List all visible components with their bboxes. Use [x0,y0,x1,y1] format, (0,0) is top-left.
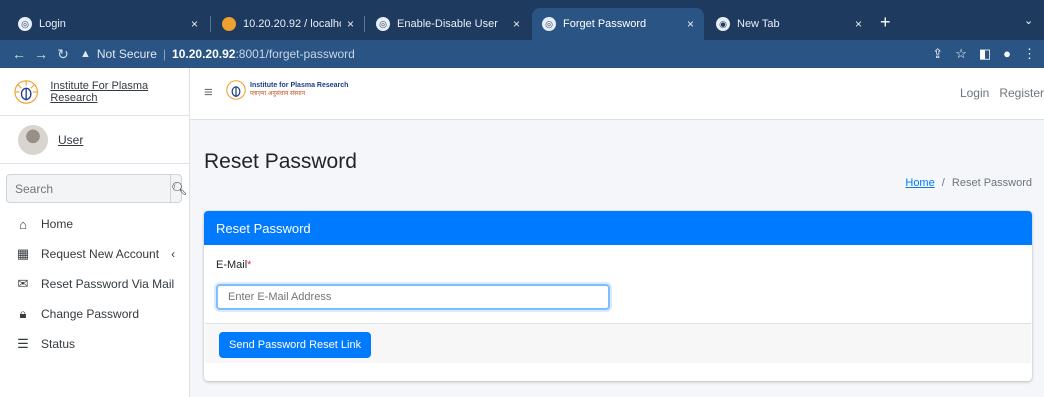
top-navbar: ≡ Institute for Plasma Research प्लाज़्म… [190,68,1044,120]
sidebar-brand[interactable]: Institute For Plasma Research [0,68,189,116]
close-tab-icon[interactable]: × [191,17,198,31]
sidebar-item-label: Status [41,337,76,351]
sidebar: Institute For Plasma Research User 🔍︎ ⌂ … [0,68,190,397]
required-mark: * [247,259,252,271]
reload-icon[interactable]: ↻ [52,46,74,63]
header-logo[interactable]: Institute for Plasma Research प्लाज़्मा … [226,80,348,100]
address-bar: ← → ↻ ▲ Not Secure | 10.20.20.92 :8001/f… [0,40,1044,68]
back-arrow-icon[interactable]: ← [8,46,30,62]
tab-enable-disable-user[interactable]: ◎ Enable-Disable User × [366,8,530,40]
tab-search-chevron-icon[interactable]: ⌄ [1024,14,1033,27]
globe-icon: ◎ [376,17,390,31]
email-label: E-Mail* [216,259,251,271]
breadcrumb-separator: / [941,177,945,189]
avatar [18,124,48,155]
send-reset-link-button[interactable]: Send Password Reset Link [219,332,372,358]
lock-icon: 🔒︎ [19,306,27,321]
search-icon[interactable]: 🔍︎ [170,175,188,202]
sidebar-item-change-password[interactable]: 🔒︎ Change Password [0,299,190,329]
tab-title: Login [39,18,66,30]
security-label: Not Secure [96,47,157,61]
login-link[interactable]: Login [960,86,989,100]
tab-title: Enable-Disable User [397,18,498,30]
sidebar-item-label: Reset Password Via Mail [41,277,175,291]
page-title: Reset Password [204,150,357,173]
breadcrumb-home-link[interactable]: Home [905,177,934,189]
url-path: :8001/forget-password [235,47,355,61]
email-field[interactable] [216,284,610,310]
sidebar-menu: ⌂ Home ▦ Request New Account ‹ ✉ Reset P… [0,209,190,359]
close-tab-icon[interactable]: × [855,17,862,31]
brand-link[interactable]: Institute For Plasma Research [50,80,189,104]
browser-tab-strip: ◎ Login × 10.20.20.92 / localhost / lara… [0,0,1044,40]
warning-icon: ▲ [80,48,91,60]
forward-arrow-icon[interactable]: → [30,46,52,62]
sidebar-item-label: Change Password [41,307,140,321]
globe-icon: ◎ [542,17,556,31]
url-host: 10.20.20.92 [172,47,236,61]
ipr-logo-icon [226,80,246,100]
close-tab-icon[interactable]: × [687,17,694,31]
tab-new-tab[interactable]: ◉ New Tab × [706,8,872,40]
sidebar-item-status[interactable]: ☰ Status [0,329,190,359]
new-tab-button[interactable]: + [880,12,891,33]
user-link[interactable]: User [58,133,83,147]
tab-phpmyadmin[interactable]: 10.20.20.92 / localhost / larave × [212,8,364,40]
phpmyadmin-icon [222,17,236,31]
logo-text-hindi: प्लाज़्मा अनुसंधान संस्थान [250,91,306,97]
menu-dots-icon[interactable]: ⋮ [1023,46,1036,62]
card-footer: Send Password Reset Link [205,323,1031,363]
logo-text-english: Institute for Plasma Research [250,82,349,89]
user-panel: User [0,116,189,164]
card-header: Reset Password [204,211,1032,245]
close-tab-icon[interactable]: × [347,17,354,31]
tab-title: Forget Password [563,18,647,30]
share-icon[interactable]: ⇪ [932,46,943,62]
tab-forget-password[interactable]: ◎ Forget Password × [532,8,704,40]
tab-title: New Tab [737,18,780,30]
register-link[interactable]: Register [999,86,1044,100]
breadcrumb: Home / Reset Password [905,177,1032,189]
search-input[interactable] [7,175,170,202]
grid-icon: ▦ [16,246,30,261]
sidebar-item-home[interactable]: ⌂ Home [0,209,190,239]
tab-login[interactable]: ◎ Login × [8,8,208,40]
sidebar-item-reset-password-via-mail[interactable]: ✉ Reset Password Via Mail [0,269,190,299]
url-field[interactable]: ▲ Not Secure | 10.20.20.92 :8001/forget-… [80,43,930,65]
sidebar-search: 🔍︎ [6,174,188,203]
profile-avatar-icon[interactable]: ● [1003,46,1011,62]
sidebar-item-label: Home [41,217,74,231]
sidebar-item-request-new-account[interactable]: ▦ Request New Account ‹ [0,239,190,269]
reset-password-card: Reset Password E-Mail* Send Password Res… [204,211,1032,381]
close-tab-icon[interactable]: × [513,17,520,31]
home-icon: ⌂ [19,216,27,232]
hamburger-menu-icon[interactable]: ≡ [204,84,213,101]
list-icon: ☰ [17,336,29,351]
tab-title: 10.20.20.92 / localhost / larave [243,18,341,30]
chevron-left-icon: ‹ [171,247,176,261]
globe-icon: ◎ [18,17,32,31]
envelope-icon: ✉ [17,276,29,291]
chrome-icon: ◉ [716,17,730,31]
breadcrumb-current: Reset Password [951,177,1032,189]
sidepanel-icon[interactable]: ◧ [979,46,991,62]
email-label-text: E-Mail [216,259,248,271]
main-content: Reset Password Home / Reset Password Res… [190,120,1044,397]
sidebar-item-label: Request New Account [41,247,160,261]
bookmark-star-icon[interactable]: ☆ [955,46,967,62]
ipr-logo-icon [14,79,38,104]
card-title: Reset Password [216,220,311,236]
